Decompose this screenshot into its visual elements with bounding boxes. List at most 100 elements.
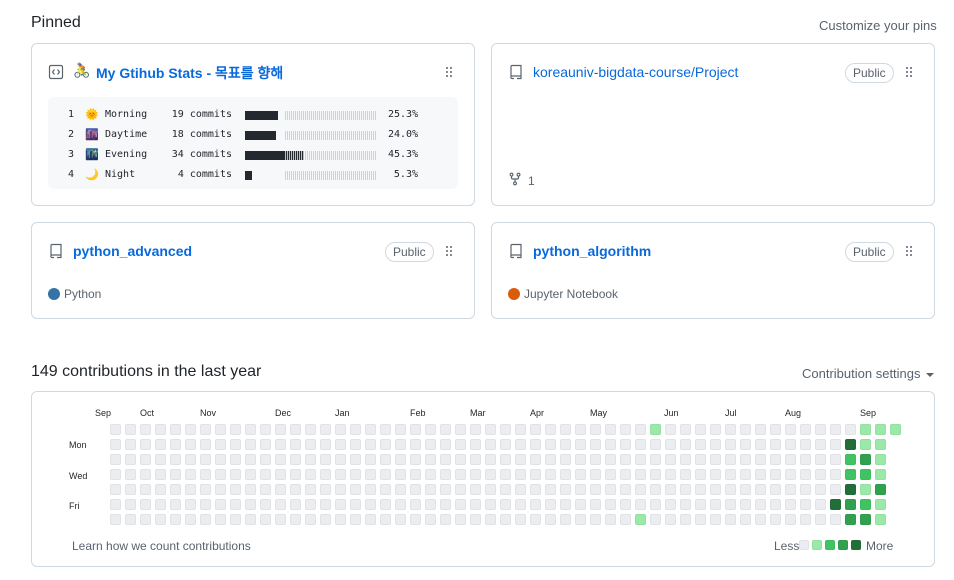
contribution-cell[interactable]	[425, 454, 436, 465]
contribution-cell[interactable]	[875, 424, 886, 435]
contribution-cell[interactable]	[620, 424, 631, 435]
contribution-cell[interactable]	[770, 484, 781, 495]
contribution-cell[interactable]	[245, 514, 256, 525]
contribution-cell[interactable]	[455, 514, 466, 525]
contribution-cell[interactable]	[170, 439, 181, 450]
contribution-cell[interactable]	[305, 499, 316, 510]
contribution-cell[interactable]	[230, 424, 241, 435]
contribution-cell[interactable]	[290, 469, 301, 480]
contribution-cell[interactable]	[755, 484, 766, 495]
contribution-cell[interactable]	[470, 454, 481, 465]
contribution-cell[interactable]	[695, 484, 706, 495]
contribution-cell[interactable]	[680, 454, 691, 465]
contribution-cell[interactable]	[605, 424, 616, 435]
drag-handle-icon[interactable]	[446, 246, 454, 258]
contribution-cell[interactable]	[365, 514, 376, 525]
contribution-cell[interactable]	[305, 469, 316, 480]
contribution-cell[interactable]	[425, 484, 436, 495]
contribution-cell[interactable]	[125, 424, 136, 435]
contribution-cell[interactable]	[575, 454, 586, 465]
contribution-cell[interactable]	[800, 469, 811, 480]
contribution-cell[interactable]	[320, 484, 331, 495]
contribution-cell[interactable]	[680, 424, 691, 435]
contribution-cell[interactable]	[440, 499, 451, 510]
contribution-cell[interactable]	[215, 424, 226, 435]
contribution-cell[interactable]	[650, 499, 661, 510]
contribution-cell[interactable]	[230, 499, 241, 510]
contribution-cell[interactable]	[455, 484, 466, 495]
contribution-cell[interactable]	[530, 424, 541, 435]
contribution-cell[interactable]	[500, 484, 511, 495]
contribution-cell[interactable]	[170, 484, 181, 495]
contribution-cell[interactable]	[590, 469, 601, 480]
contribution-cell[interactable]	[350, 499, 361, 510]
contribution-cell[interactable]	[140, 469, 151, 480]
contribution-cell[interactable]	[710, 484, 721, 495]
contribution-cell[interactable]	[860, 499, 871, 510]
contribution-cell[interactable]	[290, 499, 301, 510]
contribution-cell[interactable]	[470, 499, 481, 510]
contribution-cell[interactable]	[110, 424, 121, 435]
contribution-cell[interactable]	[785, 424, 796, 435]
contribution-cell[interactable]	[725, 484, 736, 495]
contribution-cell[interactable]	[155, 484, 166, 495]
contribution-cell[interactable]	[335, 484, 346, 495]
contribution-cell[interactable]	[410, 454, 421, 465]
contribution-cell[interactable]	[620, 514, 631, 525]
contribution-cell[interactable]	[515, 469, 526, 480]
contribution-cell[interactable]	[785, 514, 796, 525]
contribution-cell[interactable]	[830, 469, 841, 480]
contribution-cell[interactable]	[815, 439, 826, 450]
contribution-cell[interactable]	[275, 514, 286, 525]
contribution-cell[interactable]	[710, 469, 721, 480]
contribution-cell[interactable]	[725, 424, 736, 435]
contribution-cell[interactable]	[410, 424, 421, 435]
contribution-cell[interactable]	[755, 424, 766, 435]
contribution-cell[interactable]	[635, 499, 646, 510]
contribution-cell[interactable]	[185, 514, 196, 525]
contribution-cell[interactable]	[455, 439, 466, 450]
contribution-cell[interactable]	[740, 439, 751, 450]
contribution-cell[interactable]	[770, 454, 781, 465]
contribution-cell[interactable]	[785, 469, 796, 480]
contribution-cell[interactable]	[185, 484, 196, 495]
contribution-cell[interactable]	[140, 439, 151, 450]
contribution-cell[interactable]	[515, 424, 526, 435]
contribution-cell[interactable]	[560, 499, 571, 510]
contribution-cell[interactable]	[515, 499, 526, 510]
contribution-cell[interactable]	[290, 439, 301, 450]
contribution-cell[interactable]	[350, 454, 361, 465]
contribution-cell[interactable]	[785, 454, 796, 465]
contribution-cell[interactable]	[200, 469, 211, 480]
contribution-cell[interactable]	[380, 514, 391, 525]
contribution-cell[interactable]	[830, 454, 841, 465]
contribution-cell[interactable]	[830, 424, 841, 435]
contribution-cell[interactable]	[815, 514, 826, 525]
contribution-cell[interactable]	[335, 469, 346, 480]
contribution-cell[interactable]	[875, 484, 886, 495]
contribution-cell[interactable]	[605, 454, 616, 465]
contribution-cell[interactable]	[410, 469, 421, 480]
contribution-cell[interactable]	[245, 454, 256, 465]
learn-contributions-link[interactable]: Learn how we count contributions	[72, 539, 251, 553]
contribution-cell[interactable]	[845, 514, 856, 525]
contribution-cell[interactable]	[500, 514, 511, 525]
contribution-cell[interactable]	[815, 454, 826, 465]
contribution-cell[interactable]	[350, 484, 361, 495]
contribution-cell[interactable]	[560, 469, 571, 480]
contribution-cell[interactable]	[695, 514, 706, 525]
contribution-cell[interactable]	[305, 439, 316, 450]
contribution-cell[interactable]	[770, 499, 781, 510]
contribution-cell[interactable]	[305, 484, 316, 495]
contribution-cell[interactable]	[845, 499, 856, 510]
contribution-cell[interactable]	[500, 424, 511, 435]
contribution-cell[interactable]	[635, 469, 646, 480]
contribution-cell[interactable]	[755, 499, 766, 510]
contribution-cell[interactable]	[710, 454, 721, 465]
contribution-cell[interactable]	[230, 514, 241, 525]
contribution-cell[interactable]	[215, 499, 226, 510]
contribution-cell[interactable]	[650, 484, 661, 495]
contribution-cell[interactable]	[695, 499, 706, 510]
contribution-cell[interactable]	[575, 424, 586, 435]
contribution-cell[interactable]	[515, 514, 526, 525]
